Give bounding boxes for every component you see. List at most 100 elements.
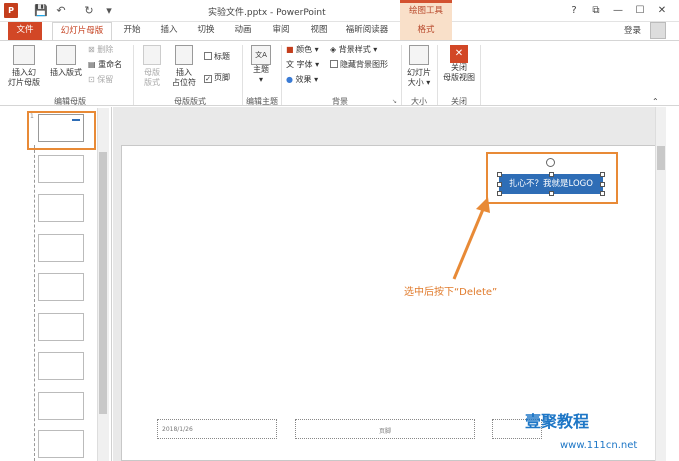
- dialog-launcher-icon[interactable]: ↘: [392, 96, 397, 107]
- thumbnail-layout[interactable]: [38, 430, 84, 458]
- layout-connector: [34, 145, 35, 461]
- collapse-ribbon-icon[interactable]: ⌃: [652, 96, 659, 107]
- delete-icon: ⊠: [88, 45, 95, 54]
- insert-layout-button[interactable]: 插入版式: [46, 45, 86, 78]
- group-background: 背景: [332, 97, 348, 106]
- fonts-icon: 文: [286, 60, 294, 69]
- footer-date-placeholder[interactable]: 2018/1/26: [157, 419, 277, 439]
- tab-home[interactable]: 开始: [119, 22, 145, 40]
- layout-icon: [56, 45, 76, 65]
- powerpoint-icon: P: [4, 3, 18, 18]
- placeholder-icon: [175, 45, 193, 65]
- preserve-button[interactable]: ⊡ 保留: [88, 74, 113, 85]
- effects-icon: ●: [286, 75, 293, 84]
- background-styles-button[interactable]: ◈ 背景样式 ▾: [330, 44, 377, 55]
- thumbnail-selection-highlight: [27, 111, 96, 150]
- thumbnail-layout[interactable]: [38, 392, 84, 420]
- tab-insert[interactable]: 插入: [156, 22, 182, 40]
- sign-in-link[interactable]: 登录: [624, 24, 641, 36]
- group-edit-master: 编辑母版: [54, 97, 86, 106]
- resize-handle[interactable]: [600, 191, 605, 196]
- close-master-view-button[interactable]: ✕ 关闭 母版视图: [440, 45, 478, 83]
- thumbnail-layout[interactable]: [38, 352, 84, 380]
- themes-icon: 文A: [251, 45, 271, 65]
- title-checkbox-label: 标题: [214, 52, 230, 61]
- resize-handle[interactable]: [497, 182, 502, 187]
- divider: [133, 45, 134, 105]
- slide-master-icon: [13, 45, 35, 65]
- insert-slide-master-button[interactable]: 插入幻 灯片母版: [6, 45, 42, 88]
- close-button[interactable]: ✕: [654, 3, 670, 19]
- tab-view[interactable]: 视图: [306, 22, 332, 40]
- watermark-brand: 壹聚教程: [525, 412, 590, 431]
- resize-handle[interactable]: [497, 172, 502, 177]
- background-styles-label: 背景样式: [338, 45, 371, 54]
- checkbox-checked-icon: ✓: [204, 75, 212, 83]
- ribbon-display-button[interactable]: ⧉: [588, 3, 604, 19]
- themes-button[interactable]: 文A 主题 ▾: [246, 45, 276, 85]
- divider: [281, 45, 282, 105]
- group-size: 大小: [411, 97, 427, 106]
- themes-label: 主题: [253, 65, 269, 74]
- pin-icon: ⊡: [88, 75, 95, 84]
- watermark-url: www.111cn.net: [560, 440, 638, 451]
- undo-icon[interactable]: ↶: [53, 3, 69, 19]
- delete-label: 删除: [97, 45, 114, 54]
- thumbnail-layout[interactable]: [38, 273, 84, 301]
- tab-file[interactable]: 文件: [8, 22, 42, 40]
- save-icon[interactable]: 💾: [33, 3, 49, 19]
- resize-handle[interactable]: [600, 182, 605, 187]
- colors-button[interactable]: ■ 颜色 ▾: [286, 44, 319, 55]
- hide-background-checkbox[interactable]: 隐藏背景图形: [330, 59, 388, 70]
- insert-slide-master-label: 插入幻 灯片母版: [8, 68, 40, 87]
- footer-checkbox[interactable]: ✓ 页脚: [204, 72, 230, 83]
- rename-label: 重命名: [98, 60, 123, 69]
- thumbnail-layout[interactable]: [38, 194, 84, 222]
- divider: [401, 45, 402, 105]
- thumbnail-layout[interactable]: [38, 234, 84, 262]
- resize-handle[interactable]: [549, 172, 554, 177]
- customize-icon[interactable]: ▾: [101, 3, 117, 19]
- tab-foxit-reader[interactable]: 福昕阅读器: [342, 22, 392, 40]
- maximize-button[interactable]: ☐: [632, 3, 648, 19]
- effects-button[interactable]: ● 效果 ▾: [286, 74, 318, 85]
- delete-button[interactable]: ⊠ 删除: [88, 44, 113, 55]
- slide-size-button[interactable]: 幻灯片 大小 ▾: [403, 45, 435, 88]
- thumbnail-layout[interactable]: [38, 155, 84, 183]
- avatar[interactable]: [650, 22, 666, 39]
- background-styles-icon: ◈: [330, 45, 337, 54]
- resize-handle[interactable]: [549, 191, 554, 196]
- thumbnail-scrollbar-thumb[interactable]: [99, 152, 107, 414]
- close-master-view-label: 关闭 母版视图: [443, 63, 475, 82]
- title-checkbox[interactable]: 标题: [204, 51, 230, 62]
- ribbon: 插入幻 灯片母版 插入版式 ⊠ 删除 ▤ 重命名 ⊡ 保留 编辑母版 母版 版式…: [0, 40, 679, 106]
- fonts-button[interactable]: 文 字体 ▾: [286, 59, 319, 70]
- thumbnail-layout[interactable]: [38, 313, 84, 341]
- tab-format[interactable]: 格式: [400, 22, 452, 40]
- tab-animations[interactable]: 动画: [230, 22, 256, 40]
- group-edit-theme: 编辑主题: [246, 97, 278, 106]
- resize-handle[interactable]: [600, 172, 605, 177]
- help-button[interactable]: ?: [566, 3, 582, 19]
- insert-layout-label: 插入版式: [50, 68, 82, 77]
- master-layout-label: 母版 版式: [144, 68, 160, 87]
- rename-icon: ▤: [88, 60, 96, 69]
- tab-transitions[interactable]: 切换: [193, 22, 219, 40]
- instruction-annotation: 选中后按下“Delete”: [404, 287, 498, 298]
- colors-icon: ■: [286, 45, 294, 54]
- footer-text-placeholder[interactable]: 页脚: [295, 419, 475, 439]
- tab-review[interactable]: 审阅: [268, 22, 294, 40]
- group-master-layout: 母版版式: [174, 97, 206, 106]
- slide-scrollbar-thumb[interactable]: [657, 146, 665, 170]
- redo-icon[interactable]: ↻: [81, 3, 97, 19]
- arrow-icon: [452, 197, 490, 280]
- tab-slide-master[interactable]: 幻灯片母版: [52, 22, 112, 41]
- minimize-button[interactable]: —: [610, 3, 626, 19]
- rotate-handle-icon[interactable]: [546, 158, 555, 167]
- rename-button[interactable]: ▤ 重命名: [88, 59, 122, 70]
- effects-label: 效果: [295, 75, 312, 84]
- hide-background-label: 隐藏背景图形: [340, 60, 388, 69]
- master-layout-button[interactable]: 母版 版式: [138, 45, 166, 88]
- insert-placeholder-button[interactable]: 插入 占位符: [168, 45, 200, 88]
- divider: [437, 45, 438, 105]
